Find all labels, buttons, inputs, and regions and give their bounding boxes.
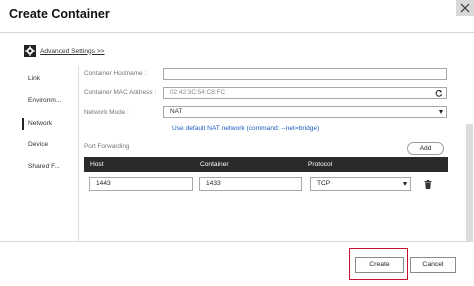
mac-address-label: Container MAC Address : xyxy=(84,89,157,96)
mac-address-value: 02:42:3C:54:C8:FC xyxy=(170,89,226,96)
host-port-input[interactable]: 1443 xyxy=(89,177,193,191)
column-host: Host xyxy=(90,161,104,168)
sidebar-item-environment[interactable]: Environm... xyxy=(28,97,61,104)
container-port-input[interactable]: 1433 xyxy=(199,177,302,191)
sidebar-item-network[interactable]: Network xyxy=(28,120,52,127)
advanced-settings[interactable]: Advanced Settings >> xyxy=(24,43,105,59)
sidebar-item-device[interactable]: Device xyxy=(28,141,48,148)
network-mode-hint: Use default NAT network (command: --net=… xyxy=(172,125,320,132)
port-forwarding-header: Host Container Protocol xyxy=(84,157,448,172)
network-mode-select[interactable]: NAT xyxy=(163,106,447,118)
column-container: Container xyxy=(200,161,229,168)
protocol-value: TCP xyxy=(317,180,331,187)
network-mode-label: Network Mode : xyxy=(84,109,129,116)
sidebar: Link Environm... Network Device Shared F… xyxy=(22,70,78,240)
refresh-icon[interactable] xyxy=(435,89,443,97)
sidebar-item-link[interactable]: Link xyxy=(28,75,40,82)
chevron-down-icon xyxy=(403,182,407,186)
sidebar-divider xyxy=(78,66,79,242)
sidebar-item-shared-folders[interactable]: Shared F... xyxy=(28,163,60,170)
close-icon xyxy=(460,3,470,13)
create-button[interactable]: Create xyxy=(355,257,404,273)
trash-icon[interactable] xyxy=(424,180,432,189)
gear-icon xyxy=(24,45,36,57)
dialog-title: Create Container xyxy=(9,7,110,21)
cancel-button[interactable]: Cancel xyxy=(410,257,456,273)
add-button[interactable]: Add xyxy=(407,142,444,155)
chevron-down-icon xyxy=(439,110,443,114)
scrollbar[interactable] xyxy=(466,124,473,242)
network-mode-value: NAT xyxy=(170,108,183,115)
dialog-titlebar: Create Container xyxy=(0,0,474,30)
sidebar-active-indicator xyxy=(22,118,24,130)
mac-address-input[interactable]: 02:42:3C:54:C8:FC xyxy=(163,87,447,99)
protocol-select[interactable]: TCP xyxy=(310,177,411,191)
hostname-label: Container Hostname : xyxy=(84,70,147,77)
hostname-input[interactable] xyxy=(163,68,447,80)
advanced-settings-link[interactable]: Advanced Settings >> xyxy=(40,48,105,55)
close-button[interactable] xyxy=(456,0,474,16)
column-protocol: Protocol xyxy=(308,161,333,168)
port-forwarding-label: Port Forwarding xyxy=(84,143,130,150)
